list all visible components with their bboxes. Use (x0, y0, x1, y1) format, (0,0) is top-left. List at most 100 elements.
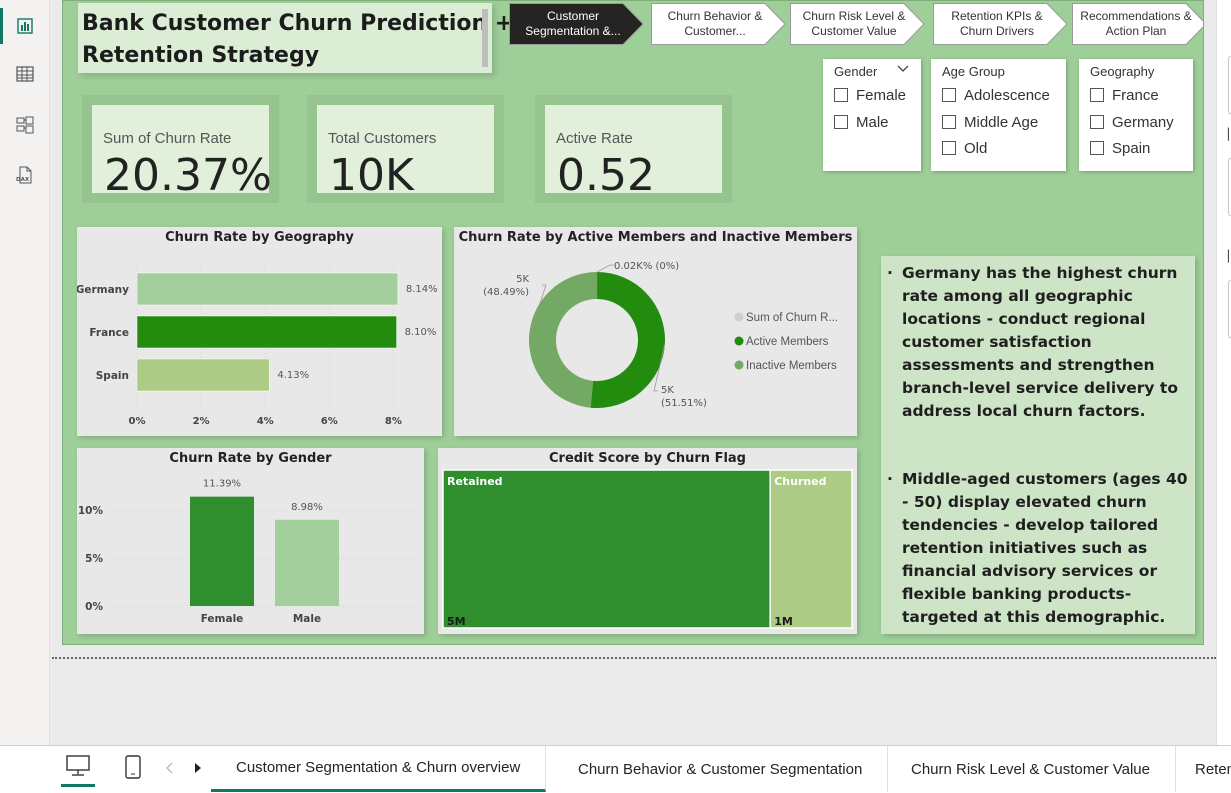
chevron-down-icon[interactable] (897, 65, 909, 73)
mobile-layout-icon[interactable] (124, 754, 142, 782)
slicer-option-label: Germany (1112, 113, 1174, 131)
checkbox[interactable] (942, 141, 956, 155)
slicer-option-middle-age[interactable]: Middle Age (942, 113, 1038, 131)
slicer-option-label: France (1112, 86, 1159, 104)
checkbox[interactable] (942, 88, 956, 102)
view-rail: DAX (0, 0, 50, 793)
tile-value-label: 5M (447, 615, 466, 628)
slicer-option-spain[interactable]: Spain (1090, 139, 1150, 157)
x-tick-label: 8% (385, 416, 402, 427)
nav-button-label: Recommendations & Action Plan (1080, 9, 1192, 38)
nav-button-label: Churn Behavior & Customer... (667, 9, 763, 38)
side-pane-edge: ▏ ▏ (1216, 0, 1231, 745)
nav-button-2[interactable]: Churn Behavior & Customer... (651, 3, 791, 45)
slicer-age-group[interactable]: Age Group Adolescence Middle Age Old (931, 59, 1066, 171)
desktop-layout-icon[interactable] (65, 754, 91, 778)
checkbox[interactable] (834, 88, 848, 102)
kpi-card-churn-rate[interactable]: Sum of Churn Rate 20.37% (92, 105, 272, 201)
category-label: Male (293, 613, 321, 625)
slicer-geography[interactable]: Geography France Germany Spain (1079, 59, 1193, 171)
prev-page-icon[interactable] (164, 762, 174, 774)
slicer-gender[interactable]: Gender Female Male (823, 59, 921, 171)
gender-column-chart: 0% 5% 10% 11.39% Female 8.98% Male (78, 479, 417, 625)
treemap-tile-churned (769, 469, 853, 629)
title-scrollbar[interactable] (482, 9, 488, 67)
chart-churn-by-geography[interactable]: Churn Rate by Geography 0% 2% 4% 6% 8% German… (77, 227, 442, 436)
checkbox[interactable] (942, 115, 956, 129)
data-label: 11.39% (203, 479, 241, 490)
leader-line (596, 264, 614, 273)
slicer-option-label: Female (856, 86, 907, 104)
legend-label: Active Members (746, 336, 829, 348)
page-tab-label: Customer Segmentation & Churn overview (236, 759, 521, 776)
nav-button-4[interactable]: Retention KPIs & Churn Drivers (933, 3, 1073, 45)
page-tab-3[interactable]: Churn Risk Level & Customer Value (886, 746, 1176, 792)
report-title-line1: Bank Customer Churn Prediction + (82, 11, 514, 36)
model-view-icon[interactable] (0, 103, 50, 147)
donut-slice-inactive-members (528, 272, 597, 408)
bar-france (136, 315, 397, 349)
slicer-option-label: Spain (1112, 139, 1151, 157)
checkbox[interactable] (1090, 88, 1104, 102)
slicer-title: Gender (834, 64, 878, 79)
powerbi-app: DAX ▏ ▏ Bank Customer Churn Prediction +… (0, 0, 1231, 793)
page-boundary-divider (52, 657, 1216, 659)
chart-churn-by-active-members[interactable]: Churn Rate by Active Members and Inactiv… (454, 227, 857, 436)
slice-data-label: (51.51%) (661, 398, 707, 409)
checkbox[interactable] (1090, 115, 1104, 129)
x-tick-label: 4% (257, 416, 274, 427)
legend-label: Inactive Members (746, 360, 837, 372)
geography-bar-chart: 0% 2% 4% 6% 8% Germany 8.14% France 8.10% Spain 4.… (77, 265, 438, 427)
page-tab-4[interactable]: Retention KPIs & Churn Drivers (1170, 746, 1231, 792)
slice-data-label: 0.02K% (0%) (614, 261, 679, 272)
report-title-box: Bank Customer Churn Prediction + Retenti… (78, 3, 514, 73)
slicer-option-old[interactable]: Old (942, 139, 987, 157)
kpi-value: 20.37% (104, 150, 272, 201)
y-tick-label: 0% (85, 601, 103, 613)
bar-germany (136, 272, 399, 306)
report-canvas: Bank Customer Churn Prediction + Retenti… (62, 0, 1204, 645)
nav-button-label: Customer Segmentation &... (525, 9, 621, 38)
slice-data-label: 5K (661, 385, 674, 396)
next-page-icon[interactable] (193, 762, 203, 774)
slicer-option-adolescence[interactable]: Adolescence (942, 86, 1050, 104)
layout-active-indicator (61, 784, 95, 787)
y-tick-label: 10% (78, 505, 104, 517)
checkbox[interactable] (834, 115, 848, 129)
kpi-label: Total Customers (328, 130, 437, 147)
bar-female (190, 496, 254, 606)
legend-label: Sum of Churn R... (746, 312, 838, 324)
kpi-card-total-customers[interactable]: Total Customers 10K (317, 105, 494, 201)
category-label: Spain (96, 370, 129, 382)
svg-text:DAX: DAX (16, 177, 30, 183)
nav-button-1[interactable]: Customer Segmentation &... (509, 3, 649, 45)
dax-query-icon[interactable]: DAX (0, 153, 50, 197)
report-view-icon[interactable] (0, 4, 50, 48)
page-tab-1[interactable]: Customer Segmentation & Churn overview (211, 746, 547, 792)
checkbox[interactable] (1090, 141, 1104, 155)
kpi-card-active-rate[interactable]: Active Rate 0.52 (545, 105, 722, 201)
insight-item: · Germany has the highest churn rate amon… (887, 262, 1189, 423)
insight-text: Germany has the highest churn rate among… (902, 264, 1178, 420)
legend-marker (734, 360, 744, 370)
tile-label: Retained (447, 475, 503, 488)
page-tab-label: Retention KPIs & Churn Drivers (1195, 760, 1231, 778)
x-tick-label: 2% (193, 416, 210, 427)
slicer-option-france[interactable]: France (1090, 86, 1159, 104)
slicer-option-germany[interactable]: Germany (1090, 113, 1174, 131)
page-tab-2[interactable]: Churn Behavior & Customer Segmentation (553, 746, 889, 792)
table-view-icon[interactable] (0, 52, 50, 96)
insight-text: Middle-aged customers (ages 40 - 50) dis… (902, 470, 1188, 626)
chart-credit-score-by-churn[interactable]: Credit Score by Churn Flag Retained 5M Chu… (438, 448, 857, 634)
insights-text-box: · Germany has the highest churn rate amon… (881, 256, 1195, 634)
slicer-option-male[interactable]: Male (834, 113, 889, 131)
slicer-option-label: Old (964, 139, 988, 157)
donut-slice-active-members (590, 272, 665, 408)
page-tab-label: Churn Behavior & Customer Segmentation (578, 760, 863, 778)
slicer-option-female[interactable]: Female (834, 86, 906, 104)
kpi-label: Sum of Churn Rate (103, 130, 232, 147)
chart-churn-by-gender[interactable]: Churn Rate by Gender 0% 5% 10% 11.39% Female… (77, 448, 424, 634)
x-tick-label: 0% (129, 416, 146, 427)
nav-button-3[interactable]: Churn Risk Level & Customer Value (790, 3, 930, 45)
nav-button-5[interactable]: Recommendations & Action Plan (1072, 3, 1203, 45)
